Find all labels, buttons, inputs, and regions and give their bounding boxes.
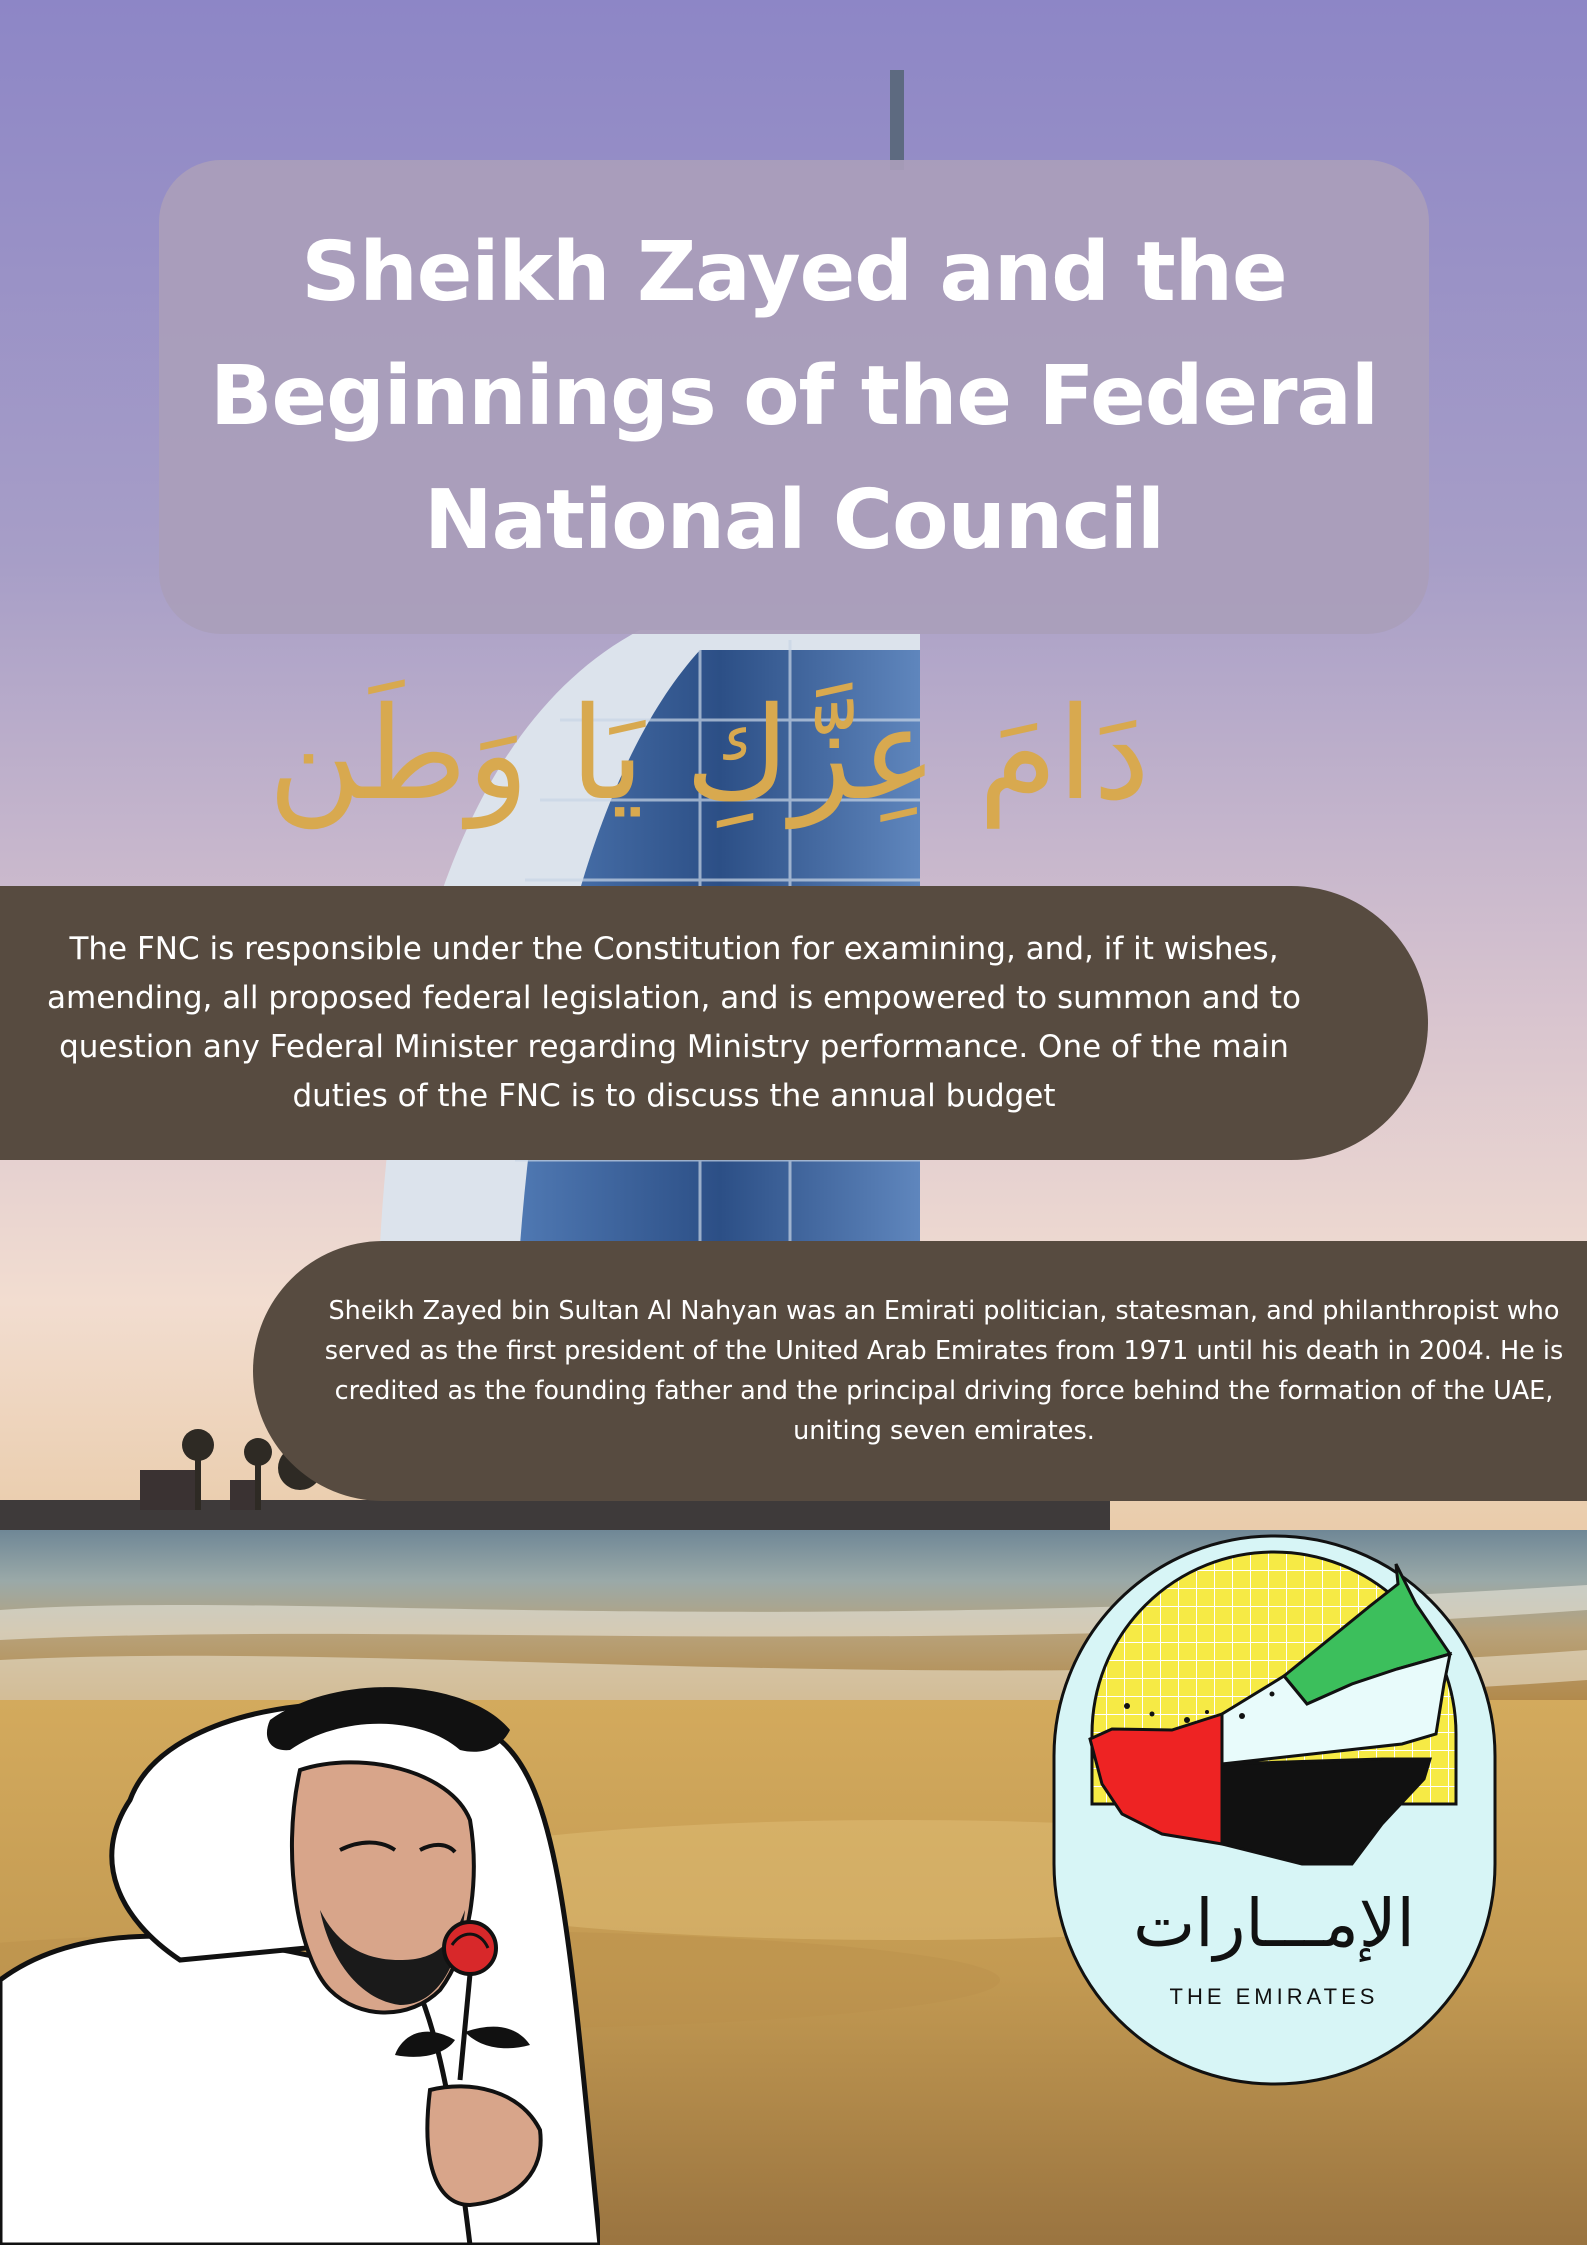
arabic-calligraphy: دَامَ عِزَّكِ يَا وَطَن — [267, 680, 1150, 829]
emblem-english-text: THE EMIRATES — [1170, 1984, 1379, 2009]
fnc-paragraph: The FNC is responsible under the Constit… — [47, 931, 1301, 1114]
fnc-info-band: The FNC is responsible under the Constit… — [0, 886, 1428, 1160]
emblem-arabic-text: الإمـــارات — [1133, 1885, 1415, 1962]
zayed-paragraph: Sheikh Zayed bin Sultan Al Nahyan was an… — [324, 1296, 1564, 1446]
poster: Sheikh Zayed and the Beginnings of the F… — [0, 0, 1587, 2245]
zayed-info-band: Sheikh Zayed bin Sultan Al Nahyan was an… — [253, 1241, 1587, 1501]
emirates-emblem: الإمـــارات THE EMIRATES — [1052, 1534, 1497, 2086]
title-box: Sheikh Zayed and the Beginnings of the F… — [159, 160, 1429, 634]
sheikh-zayed-illustration — [0, 1687, 600, 2245]
page-title: Sheikh Zayed and the Beginnings of the F… — [209, 225, 1379, 568]
